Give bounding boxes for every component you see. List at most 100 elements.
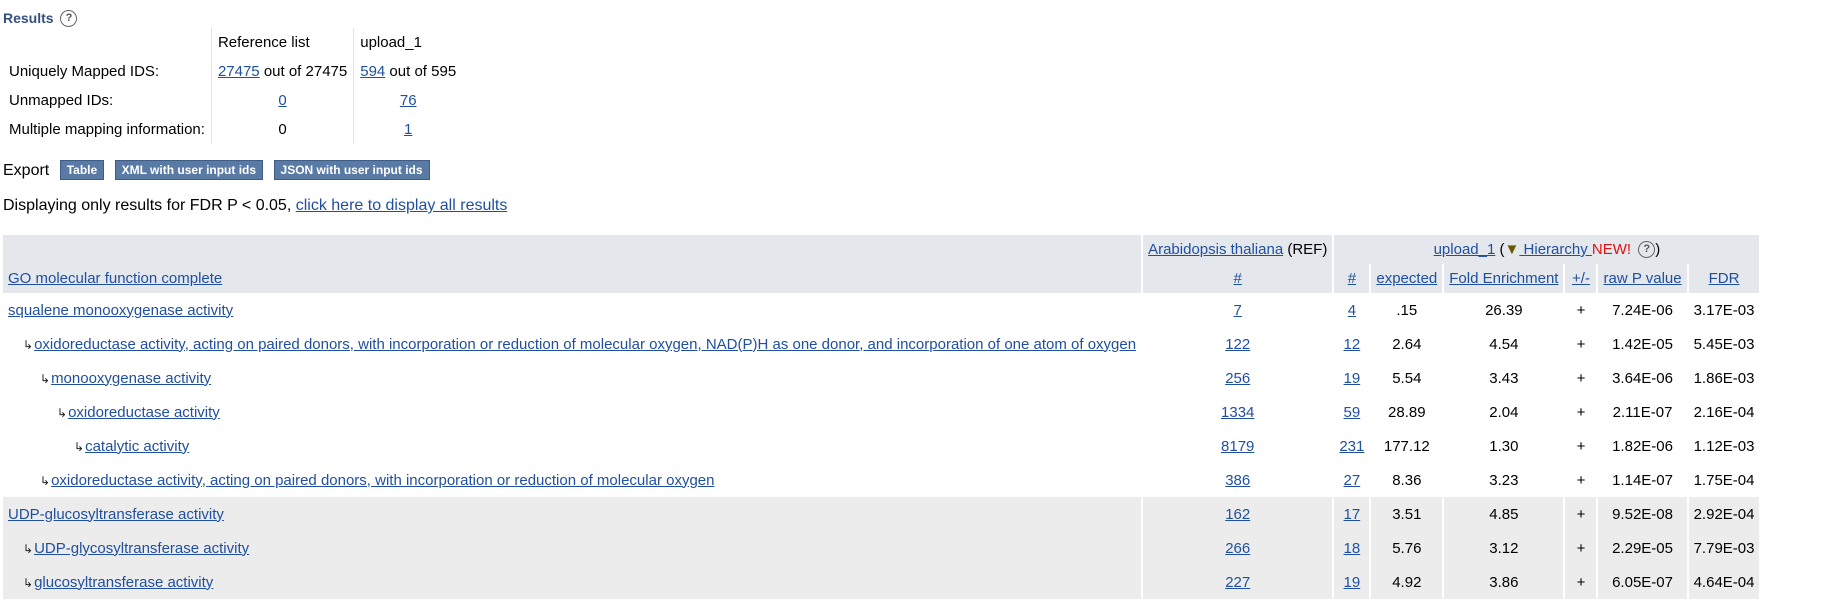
direction-value: + xyxy=(1564,327,1599,361)
fold-enrichment-value: 4.85 xyxy=(1443,497,1566,531)
table-row: ↳oxidoreductase activity, acting on pair… xyxy=(3,463,1762,497)
count-link[interactable]: 4 xyxy=(1348,302,1356,319)
go-term-link[interactable]: oxidoreductase activity xyxy=(68,404,220,421)
ref-count-link[interactable]: 227 xyxy=(1225,574,1250,591)
child-arrow-icon: ↳ xyxy=(40,473,51,488)
count-link[interactable]: 18 xyxy=(1344,540,1361,557)
species-link[interactable]: Arabidopsis thaliana xyxy=(1148,241,1283,258)
expected-value: 177.12 xyxy=(1370,429,1445,463)
fdr-value: 2.16E-04 xyxy=(1687,395,1762,429)
fdr-value: 1.75E-04 xyxy=(1687,463,1762,497)
ref-count-link[interactable]: 7 xyxy=(1234,302,1242,319)
raw-p-value: 3.64E-06 xyxy=(1597,361,1689,395)
ref-tag: (REF) xyxy=(1283,241,1328,258)
fold-enrichment-value: 4.54 xyxy=(1443,327,1566,361)
direction-value: + xyxy=(1564,497,1599,531)
ref-count-link[interactable]: 266 xyxy=(1225,540,1250,557)
count-link[interactable]: 12 xyxy=(1344,336,1361,353)
ref-count-link[interactable]: 8179 xyxy=(1221,438,1254,455)
go-term-link[interactable]: oxidoreductase activity, acting on paire… xyxy=(51,472,714,489)
table-row: ↳catalytic activity 8179 231 177.12 1.30 +1.8… xyxy=(3,429,1762,463)
mapped-upload-link[interactable]: 594 xyxy=(360,63,385,80)
direction-value: + xyxy=(1564,565,1599,599)
raw-p-value: 1.82E-06 xyxy=(1597,429,1689,463)
mapping-label: Unmapped IDs: xyxy=(9,92,114,109)
expected-value: 5.54 xyxy=(1370,361,1445,395)
count-link[interactable]: 231 xyxy=(1339,438,1364,455)
direction-value: + xyxy=(1564,395,1599,429)
export-label: Export xyxy=(3,162,50,179)
raw-p-value: 2.29E-05 xyxy=(1597,531,1689,565)
go-term-link[interactable]: catalytic activity xyxy=(85,438,189,455)
table-header-row: Arabidopsis thaliana (REF) upload_1 (▼ H… xyxy=(3,235,1762,264)
table-row: ↳oxidoreductase activity, acting on pair… xyxy=(3,327,1762,361)
go-term-link[interactable]: UDP-glucosyltransferase activity xyxy=(8,506,224,523)
raw-p-value: 1.42E-05 xyxy=(1597,327,1689,361)
display-all-link[interactable]: click here to display all results xyxy=(296,197,508,214)
fdr-value: 1.12E-03 xyxy=(1687,429,1762,463)
col-fold-enrichment[interactable]: Fold Enrichment xyxy=(1449,270,1558,287)
ref-count-link[interactable]: 162 xyxy=(1225,506,1250,523)
unmapped-upload-link[interactable]: 76 xyxy=(400,92,417,109)
go-category-link[interactable]: GO molecular function complete xyxy=(8,270,222,287)
col-ref-count[interactable]: # xyxy=(1234,270,1242,287)
hierarchy-link[interactable]: Hierarchy xyxy=(1519,241,1592,258)
ref-count-link[interactable]: 256 xyxy=(1225,370,1250,387)
results-heading: Results ? xyxy=(3,10,78,27)
go-term-link[interactable]: oxidoreductase activity, acting on paire… xyxy=(34,336,1136,353)
export-json-button[interactable]: JSON with user input ids xyxy=(273,160,430,180)
raw-p-value: 2.11E-07 xyxy=(1597,395,1689,429)
new-badge: NEW! xyxy=(1591,241,1632,258)
child-arrow-icon: ↳ xyxy=(23,337,34,352)
table-row: ↳UDP-glycosyltransferase activity 266 18 5.… xyxy=(3,531,1762,565)
fdr-value: 1.86E-03 xyxy=(1687,361,1762,395)
expected-value: 28.89 xyxy=(1370,395,1445,429)
count-link[interactable]: 17 xyxy=(1344,506,1361,523)
go-term-link[interactable]: squalene monooxygenase activity xyxy=(8,302,233,319)
col-raw-p[interactable]: raw P value xyxy=(1603,270,1681,287)
fdr-value: 5.45E-03 xyxy=(1687,327,1762,361)
expected-value: 3.51 xyxy=(1370,497,1445,531)
table-row: ↳glucosyltransferase activity 227 19 4.92 3.… xyxy=(3,565,1762,599)
mapped-ref-total: out of 27475 xyxy=(259,63,348,80)
fold-enrichment-value: 3.86 xyxy=(1443,565,1566,599)
mapping-col-ref: Reference list xyxy=(210,28,354,57)
mapping-label: Uniquely Mapped IDS: xyxy=(9,63,160,80)
child-arrow-icon: ↳ xyxy=(74,439,85,454)
col-expected[interactable]: expected xyxy=(1376,270,1437,287)
multiple-upload-link[interactable]: 1 xyxy=(404,121,412,138)
expected-value: 5.76 xyxy=(1370,531,1445,565)
go-term-link[interactable]: glucosyltransferase activity xyxy=(34,574,213,591)
unmapped-ref-link[interactable]: 0 xyxy=(278,92,286,109)
count-link[interactable]: 19 xyxy=(1344,574,1361,591)
fold-enrichment-value: 2.04 xyxy=(1443,395,1566,429)
go-term-link[interactable]: monooxygenase activity xyxy=(51,370,211,387)
help-icon[interactable]: ? xyxy=(60,10,78,27)
ref-count-link[interactable]: 386 xyxy=(1225,472,1250,489)
count-link[interactable]: 59 xyxy=(1344,404,1361,421)
export-xml-button[interactable]: XML with user input ids xyxy=(114,160,264,180)
col-count[interactable]: # xyxy=(1348,270,1356,287)
mapped-ref-link[interactable]: 27475 xyxy=(218,63,260,80)
direction-value: + xyxy=(1564,293,1599,327)
export-table-button[interactable]: Table xyxy=(59,160,105,180)
mapping-table: Reference list upload_1 Uniquely Mapped … xyxy=(3,28,463,144)
expected-value: 4.92 xyxy=(1370,565,1445,599)
fdr-value: 4.64E-04 xyxy=(1687,565,1762,599)
go-term-link[interactable]: UDP-glycosyltransferase activity xyxy=(34,540,249,557)
fold-enrichment-value: 1.30 xyxy=(1443,429,1566,463)
count-link[interactable]: 27 xyxy=(1344,472,1361,489)
filter-text: Displaying only results for FDR P < 0.05… xyxy=(3,197,296,214)
mapped-upload-total: out of 595 xyxy=(385,63,457,80)
upload-link[interactable]: upload_1 xyxy=(1434,241,1496,258)
direction-value: + xyxy=(1564,429,1599,463)
hierarchy-icon: ▼ xyxy=(1504,241,1520,258)
col-direction[interactable]: +/- xyxy=(1572,270,1590,287)
help-icon[interactable]: ? xyxy=(1638,241,1656,258)
ref-count-link[interactable]: 1334 xyxy=(1221,404,1254,421)
count-link[interactable]: 19 xyxy=(1344,370,1361,387)
ref-count-link[interactable]: 122 xyxy=(1225,336,1250,353)
col-fdr[interactable]: FDR xyxy=(1709,270,1740,287)
direction-value: + xyxy=(1564,531,1599,565)
export-bar: Export Table XML with user input ids JSO… xyxy=(3,160,430,180)
